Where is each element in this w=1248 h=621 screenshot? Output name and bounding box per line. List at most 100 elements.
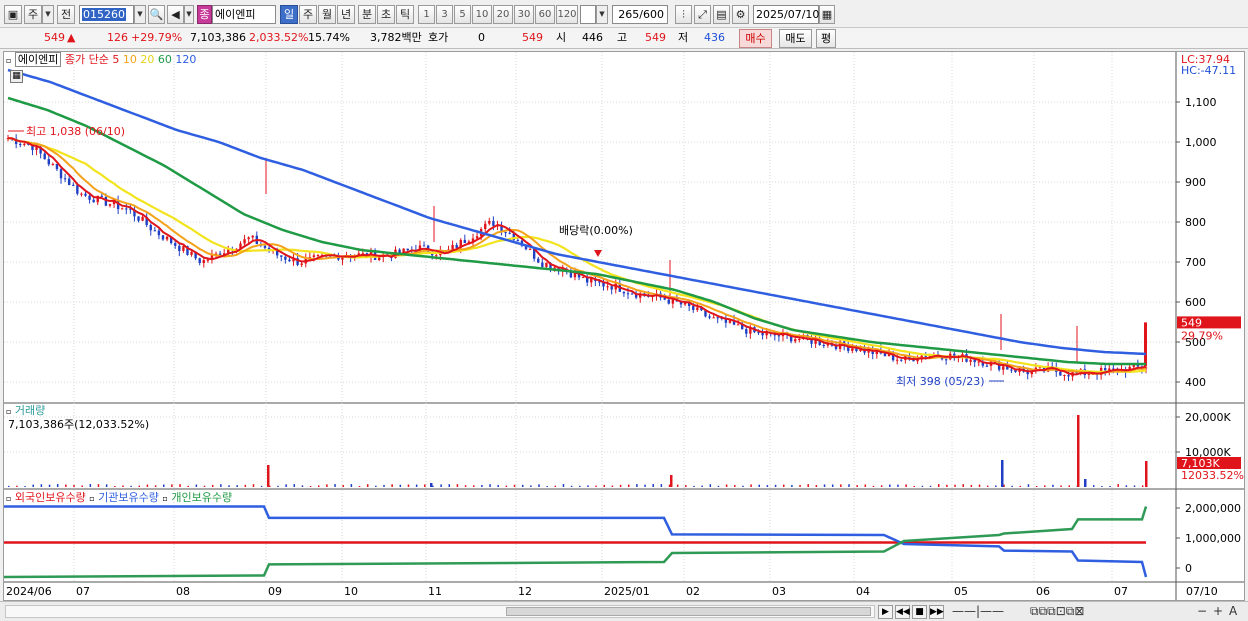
volume-bar	[505, 485, 508, 487]
minute-option-1[interactable]: 1	[418, 5, 435, 24]
calendar-icon[interactable]: ▦	[819, 5, 835, 24]
candle-body	[708, 316, 711, 318]
ma-5-label: 5	[112, 53, 120, 66]
candle-body	[88, 195, 91, 200]
count-input[interactable]: 265/600	[612, 5, 668, 24]
minute-option-20[interactable]: 20	[493, 5, 513, 24]
tab-second[interactable]: 초	[377, 5, 395, 24]
sell-button[interactable]: 매도	[779, 29, 812, 48]
candle-body	[47, 159, 50, 165]
candle-body	[72, 184, 75, 186]
chart-type-icon[interactable]: ⫶	[675, 5, 692, 24]
stop-icon[interactable]: ■	[912, 605, 927, 619]
tab-minute[interactable]: 분	[358, 5, 376, 24]
volume-bar	[334, 484, 336, 487]
candle-body	[76, 185, 79, 194]
volume-bar	[986, 485, 989, 487]
candle-body	[51, 163, 55, 165]
custom-period-input[interactable]	[580, 5, 596, 24]
price-change: 126	[107, 31, 128, 44]
minute-option-120[interactable]: 120	[556, 5, 578, 24]
volume-bar	[546, 485, 548, 487]
date-input[interactable]: 2025/07/10	[753, 5, 819, 24]
high-price: 549	[645, 31, 666, 44]
play-icon[interactable]: ▶	[878, 605, 893, 619]
font-size-icon[interactable]: A	[1229, 604, 1237, 619]
scroll-thumb[interactable]	[506, 607, 871, 616]
volume-bar-spike	[1077, 415, 1080, 487]
gear-icon[interactable]: ⚙	[732, 5, 749, 24]
volume-bar	[440, 484, 442, 487]
save-icon[interactable]: ▤	[713, 5, 730, 24]
volume-bar	[1101, 485, 1103, 487]
volume-bar	[758, 484, 761, 487]
candle-body	[895, 359, 899, 361]
candle-body	[63, 178, 67, 180]
zoom-slider[interactable]: ——|——	[952, 604, 1004, 619]
candle-body	[451, 244, 454, 250]
tab-tick[interactable]: 틱	[396, 5, 414, 24]
candle-body	[541, 262, 544, 267]
scroll-track[interactable]	[5, 605, 875, 618]
speaker-icon[interactable]: ◀	[167, 5, 184, 24]
minute-option-3[interactable]: 3	[436, 5, 453, 24]
volume-bar	[554, 485, 557, 487]
period-type-dropdown-icon[interactable]: ▼	[42, 5, 54, 24]
volume-bar	[399, 484, 402, 487]
prev-button[interactable]: 전	[57, 5, 75, 24]
eval-button[interactable]: 평	[816, 29, 836, 48]
stock-code-dropdown-icon[interactable]: ▼	[134, 5, 146, 24]
tab-week[interactable]: 주	[299, 5, 317, 24]
chart-canvas[interactable]: 2024/06 07 08 09 10 11 12 2025/01 02 03 04 05 06 07 07…	[4, 52, 1244, 600]
layout-icons[interactable]: ⧉⧉⧉⊡⧉⊠	[1030, 604, 1084, 619]
volume-bar-spike	[670, 475, 673, 487]
volume-bar	[65, 484, 67, 487]
speaker-dropdown-icon[interactable]: ▼	[184, 5, 194, 24]
stock-code-input[interactable]: 015260	[79, 5, 134, 24]
buy-button[interactable]: 매수	[739, 29, 772, 48]
rewind-icon[interactable]: ◀◀	[895, 605, 910, 619]
volume-bar	[937, 484, 940, 487]
stock-name-field[interactable]: 에이엔피	[212, 5, 276, 24]
line-tool-icon[interactable]: ⤢	[694, 5, 711, 24]
grid-toggle-icon[interactable]: ▦	[10, 70, 23, 83]
forward-icon[interactable]: ▶▶	[929, 605, 944, 619]
candle-body	[492, 220, 495, 226]
volume-bar	[81, 485, 83, 487]
minute-option-10[interactable]: 10	[472, 5, 492, 24]
tab-year[interactable]: 년	[337, 5, 355, 24]
y-tick-label: 800	[1185, 216, 1206, 229]
zoom-in-icon[interactable]: +	[1213, 604, 1223, 619]
search-icon[interactable]: 🔍	[148, 5, 165, 24]
candle-body	[198, 258, 201, 264]
volume-bar	[1125, 485, 1128, 487]
zoom-out-icon[interactable]: −	[1197, 604, 1207, 619]
candle-body	[153, 230, 157, 232]
minute-option-30[interactable]: 30	[514, 5, 534, 24]
period-type-button[interactable]: 주	[24, 5, 42, 24]
volume-bar	[766, 485, 769, 487]
volume-bar	[872, 485, 875, 487]
candle-body	[590, 278, 593, 283]
minute-option-5[interactable]: 5	[454, 5, 471, 24]
tab-day[interactable]: 일	[280, 5, 298, 24]
price-legend: ▫ 에이엔피 종가 단순 5 10 20 60 120	[6, 52, 196, 68]
candle-body	[1059, 371, 1062, 376]
candle-body	[504, 232, 507, 234]
candle-body	[606, 286, 609, 288]
candle-body	[157, 230, 161, 236]
chart-area[interactable]: 2024/06 07 08 09 10 11 12 2025/01 02 03 04 05 06 07 07…	[3, 51, 1245, 601]
candle-body	[692, 306, 695, 310]
window-icon[interactable]: ▣	[4, 5, 22, 24]
candle-body	[973, 359, 976, 363]
candle-body	[149, 225, 152, 231]
volume-bar	[929, 485, 932, 487]
volume-bar	[1141, 485, 1144, 487]
volume-bar	[538, 484, 540, 487]
minute-option-60[interactable]: 60	[535, 5, 555, 24]
tab-month[interactable]: 월	[318, 5, 336, 24]
volume-bar	[220, 484, 222, 487]
candle-body	[977, 361, 980, 363]
custom-period-dropdown-icon[interactable]: ▼	[596, 5, 608, 24]
x-tick-label: 12	[518, 585, 532, 598]
